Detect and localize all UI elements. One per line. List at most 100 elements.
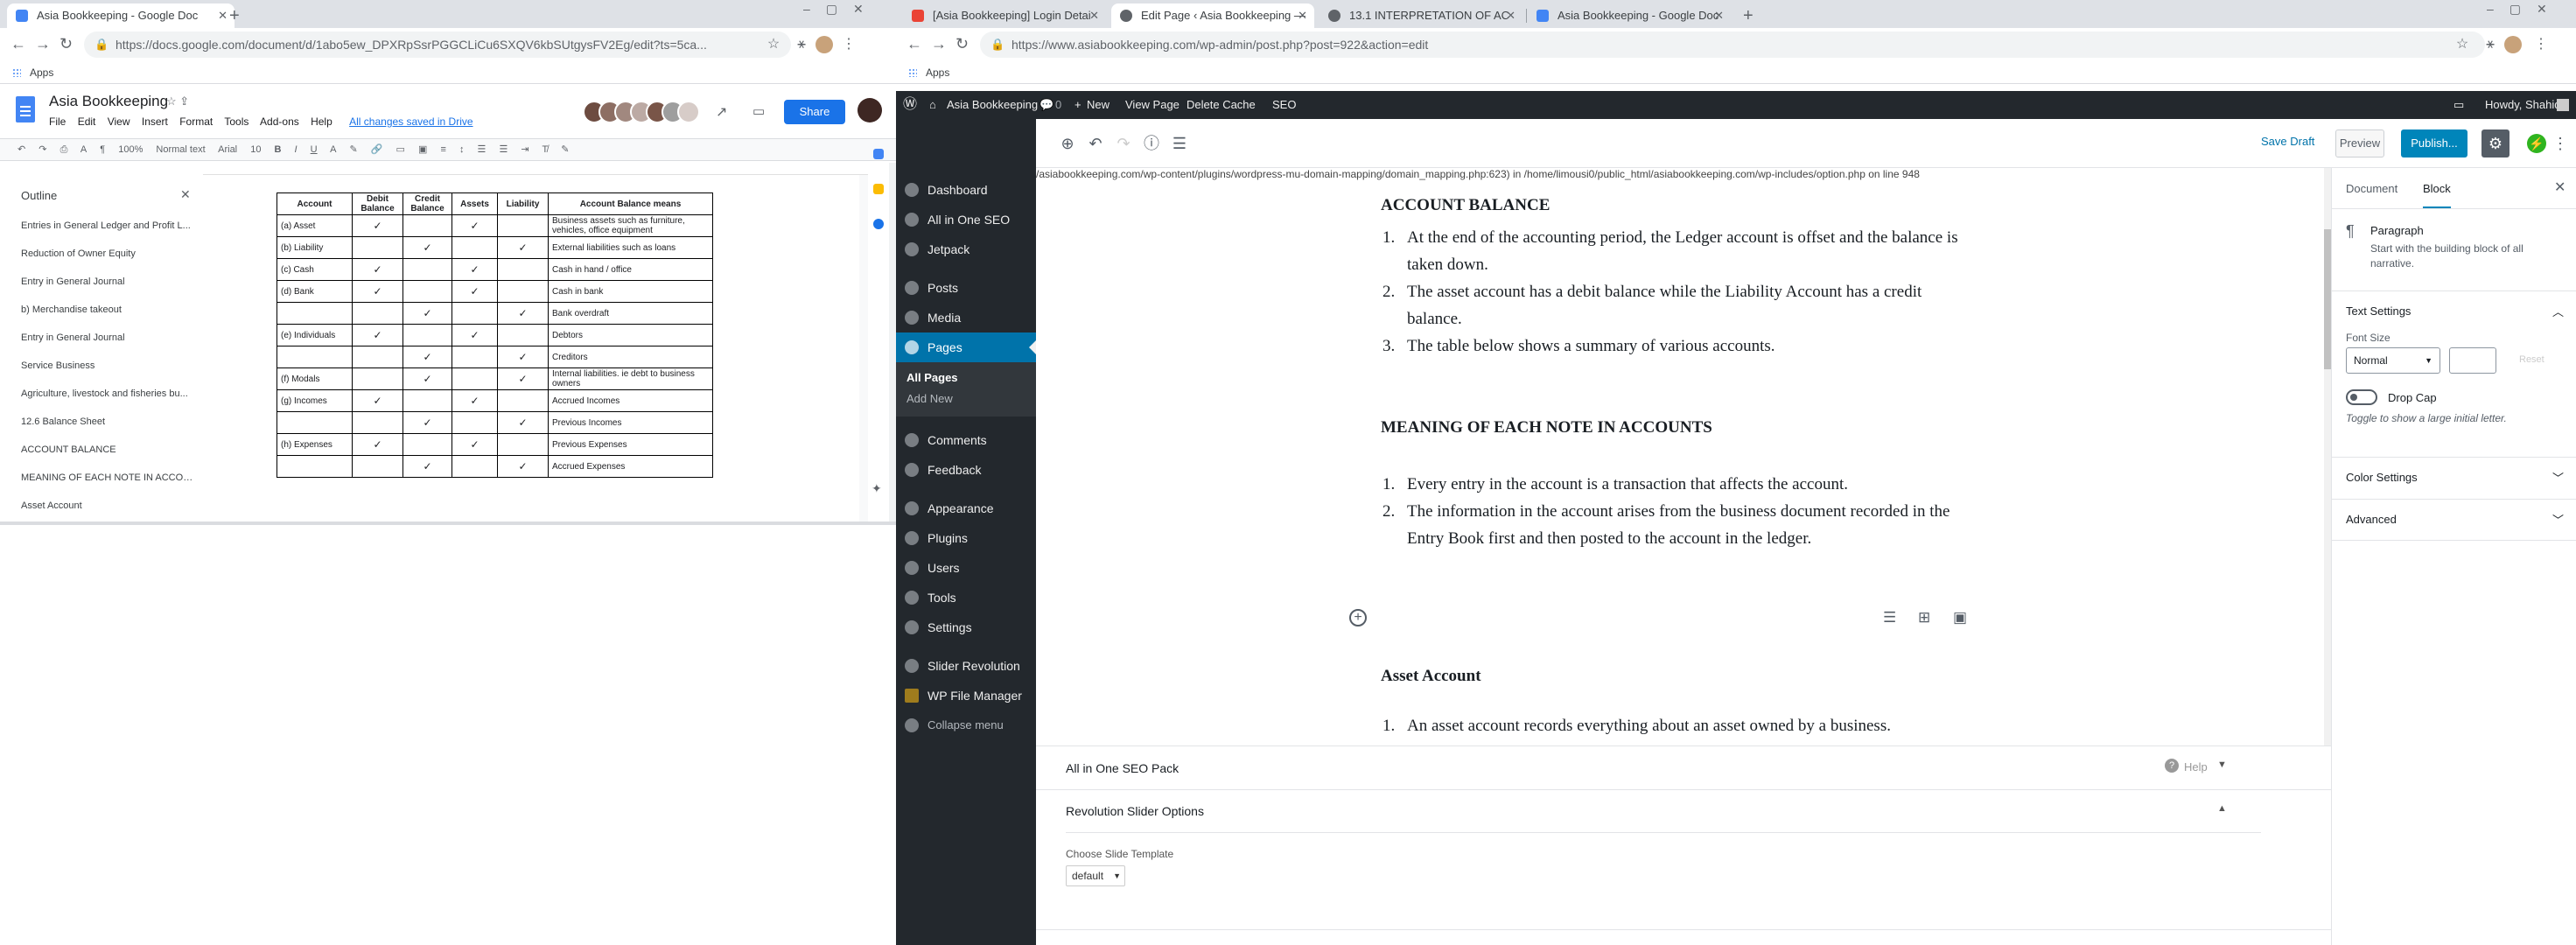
tab-edit-page[interactable]: Edit Page ‹ Asia Bookkeeping — ✕: [1111, 4, 1314, 28]
table-cell[interactable]: [402, 433, 452, 456]
close-tab-icon[interactable]: ✕: [1089, 4, 1099, 28]
menu-view[interactable]: View: [108, 116, 130, 128]
menu-media[interactable]: Media: [896, 303, 1036, 332]
custom-font-size-input[interactable]: [2449, 347, 2496, 374]
font-size-select[interactable]: Normal ▼: [2346, 347, 2440, 374]
table-cell[interactable]: ✓: [352, 433, 403, 456]
list-block[interactable]: 1. At the end of the accounting period, t…: [1382, 224, 1967, 360]
table-cell[interactable]: ✓: [402, 455, 452, 478]
seo-link[interactable]: SEO: [1272, 91, 1296, 119]
table-cell[interactable]: External liabilities such as loans: [548, 236, 713, 259]
menu-jetpack[interactable]: Jetpack: [896, 234, 1036, 264]
metabox-title[interactable]: Revolution Slider Options: [1066, 804, 1204, 818]
back-icon[interactable]: ←: [906, 35, 922, 52]
table-cell[interactable]: ✓: [402, 302, 452, 325]
outline-item[interactable]: Reduction of Owner Equity: [21, 248, 196, 259]
star-icon[interactable]: ☆: [765, 36, 782, 53]
calendar-icon[interactable]: [873, 149, 884, 159]
table-cell[interactable]: (f) Modals: [276, 368, 353, 390]
table-cell[interactable]: (c) Cash: [276, 258, 353, 281]
table-cell[interactable]: [352, 455, 403, 478]
table-cell[interactable]: [452, 411, 498, 434]
block-navigation-icon[interactable]: ☰: [1169, 133, 1190, 154]
comment-icon[interactable]: ▭: [752, 103, 765, 119]
heading-meaning-of-each-note[interactable]: MEANING OF EACH NOTE IN ACCOUNTS: [1381, 418, 1712, 438]
tab-document[interactable]: Document: [2346, 182, 2398, 195]
table-cell[interactable]: ✓: [497, 368, 549, 390]
outline-item[interactable]: b) Merchandise takeout: [21, 304, 196, 315]
outline-item[interactable]: Entry in General Journal: [21, 276, 196, 287]
close-icon[interactable]: ✕: [180, 187, 191, 202]
editing-mode-icon[interactable]: ✎: [561, 144, 569, 155]
menu-pages[interactable]: Pages: [896, 332, 1036, 362]
bulleted-list-icon[interactable]: ☰: [499, 144, 508, 155]
settings-gear-button[interactable]: ⚙: [2482, 130, 2510, 158]
table-cell[interactable]: [352, 346, 403, 368]
table-cell[interactable]: [402, 324, 452, 346]
table-cell[interactable]: ✓: [497, 236, 549, 259]
list-item[interactable]: 1. An asset account records everything ab…: [1382, 712, 1967, 739]
star-doc-icon[interactable]: ☆ ⇪: [166, 94, 189, 108]
menu-settings[interactable]: Settings: [896, 612, 1036, 642]
tab-interpretation[interactable]: 13.1 INTERPRETATION OF AC ✕: [1320, 4, 1522, 28]
explore-icon[interactable]: ✦: [872, 481, 882, 496]
address-bar[interactable]: 🔒 https://docs.google.com/document/d/1ab…: [84, 32, 791, 58]
submenu-all-pages[interactable]: All Pages: [906, 371, 958, 384]
table-cell[interactable]: Business assets such as furniture, vehic…: [548, 214, 713, 237]
print-icon[interactable]: ⎙: [60, 144, 68, 155]
forward-icon[interactable]: →: [35, 35, 51, 52]
list-item[interactable]: 3. The table below shows a summary of var…: [1382, 332, 1967, 360]
table-cell[interactable]: ✓: [452, 433, 498, 456]
redo-icon[interactable]: ↷: [1113, 133, 1134, 154]
saved-status[interactable]: All changes saved in Drive: [349, 116, 472, 128]
toggle-up-icon[interactable]: ▲: [2217, 803, 2227, 814]
menu-feedback[interactable]: Feedback: [896, 455, 1036, 485]
close-tab-icon[interactable]: ✕: [1506, 4, 1516, 28]
table-cell[interactable]: (g) Incomes: [276, 389, 353, 412]
table-cell[interactable]: [276, 455, 353, 478]
table-cell[interactable]: ✓: [402, 368, 452, 390]
table-cell[interactable]: Accrued Expenses: [548, 455, 713, 478]
table-cell[interactable]: [497, 280, 549, 303]
table-cell[interactable]: [402, 280, 452, 303]
table-cell[interactable]: [497, 258, 549, 281]
outline-item[interactable]: Service Business: [21, 360, 196, 371]
table-cell[interactable]: Bank overdraft: [548, 302, 713, 325]
table-cell[interactable]: (a) Asset: [276, 214, 353, 237]
zoom-select[interactable]: 100%: [118, 144, 143, 155]
table-cell[interactable]: Cash in bank: [548, 280, 713, 303]
outline-item[interactable]: Entry in General Journal: [21, 332, 196, 343]
menu-posts[interactable]: Posts: [896, 273, 1036, 303]
list-block[interactable]: 1. An asset account records everything ab…: [1382, 712, 1967, 739]
help-link[interactable]: Help: [2184, 760, 2208, 774]
table-cell[interactable]: (e) Individuals: [276, 324, 353, 346]
list-item[interactable]: 2. The asset account has a debit balance …: [1382, 278, 1967, 332]
table-cell[interactable]: [402, 258, 452, 281]
outline-item[interactable]: 12.6 Balance Sheet: [21, 416, 196, 427]
underline-icon[interactable]: U: [311, 144, 318, 155]
docs-logo-icon[interactable]: [16, 96, 35, 122]
image-icon[interactable]: ▣: [418, 144, 427, 155]
table-cell[interactable]: [452, 455, 498, 478]
paint-format-icon[interactable]: ¶: [100, 144, 105, 155]
window-controls[interactable]: –▢✕: [803, 2, 879, 17]
clear-format-icon[interactable]: T̸: [542, 144, 548, 155]
align-icon[interactable]: ≡: [440, 144, 445, 155]
ruler[interactable]: [203, 163, 868, 175]
menu-help[interactable]: Help: [311, 116, 332, 128]
new-tab-button[interactable]: +: [229, 4, 240, 28]
menu-slider-revolution[interactable]: Slider Revolution: [896, 651, 1036, 681]
link-icon[interactable]: 🔗: [371, 144, 383, 155]
close-tab-icon[interactable]: ✕: [1298, 4, 1307, 28]
table-cell[interactable]: [352, 411, 403, 434]
delete-cache-link[interactable]: Delete Cache: [1186, 91, 1256, 119]
add-block-inline-icon[interactable]: +: [1349, 609, 1367, 626]
outline-item[interactable]: Asset Account: [21, 500, 196, 511]
address-bar[interactable]: 🔒 https://www.asiabookkeeping.com/wp-adm…: [980, 32, 2485, 58]
italic-icon[interactable]: I: [295, 144, 298, 155]
table-cell[interactable]: [402, 389, 452, 412]
table-cell[interactable]: ✓: [452, 214, 498, 237]
back-icon[interactable]: ←: [10, 35, 26, 52]
list-block[interactable]: 1. Every entry in the account is a transa…: [1382, 471, 1967, 552]
table-cell[interactable]: ✓: [497, 455, 549, 478]
